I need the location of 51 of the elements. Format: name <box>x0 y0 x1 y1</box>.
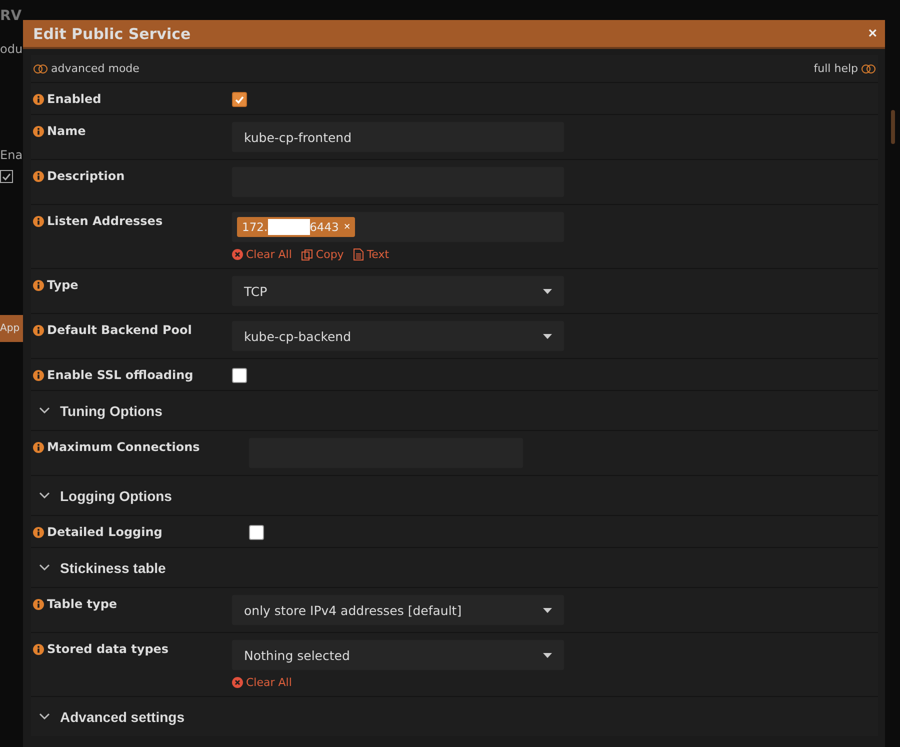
caret-icon <box>543 608 552 612</box>
caret-icon <box>543 334 552 338</box>
apply-button[interactable]: App <box>0 315 23 342</box>
text-field[interactable]: kube-cp-frontend <box>232 122 564 152</box>
caret-icon <box>543 652 552 658</box>
close-button[interactable]: × <box>868 25 877 42</box>
dialog-title: Edit Public Service <box>33 24 191 42</box>
field-label: Enable SSL offloading <box>47 368 194 382</box>
copy-icon <box>300 248 313 260</box>
checkbox[interactable] <box>249 525 264 540</box>
select-field[interactable]: Nothing selected <box>232 640 564 670</box>
field-label: Listen Addresses <box>47 214 163 228</box>
select-field[interactable]: only store IPv4 addresses [default] <box>232 595 564 625</box>
chevron-icon <box>39 492 50 499</box>
checkmark-icon <box>2 172 11 180</box>
field-label: Enabled <box>47 92 102 106</box>
chevron-icon <box>39 407 50 414</box>
select-field[interactable]: kube-cp-backend <box>232 321 564 351</box>
clear-all-link[interactable]: Clear All <box>232 248 292 261</box>
background-text: odu <box>0 42 23 56</box>
clear-all-link[interactable]: Clear All <box>232 676 292 689</box>
clear-icon <box>232 249 243 260</box>
text-link[interactable]: Text <box>352 248 390 261</box>
advanced-mode-label: advanced mode <box>51 62 140 75</box>
clear-icon <box>232 677 243 688</box>
address-tag: 172. 6443 × <box>237 217 356 237</box>
field-label: Table type <box>47 597 118 611</box>
remove-tag-button[interactable]: × <box>338 221 350 233</box>
copy-link[interactable]: Copy <box>300 248 344 261</box>
field-label: Type <box>47 278 78 292</box>
field-label: Stored data types <box>47 642 169 656</box>
field-label: Description <box>47 169 125 183</box>
document-icon <box>352 248 364 261</box>
field-label: Detailed Logging <box>47 525 162 539</box>
tag-input-field[interactable]: 172. 6443 × <box>232 212 564 242</box>
checkbox[interactable] <box>232 368 247 383</box>
checkmark-icon <box>235 96 244 104</box>
toggle-icon[interactable] <box>33 64 48 74</box>
page-heading: RV <box>0 8 23 24</box>
background-text: Enal <box>0 148 23 162</box>
chevron-icon <box>39 713 50 720</box>
chevron-icon <box>39 564 50 571</box>
toggle-icon[interactable] <box>861 64 876 74</box>
caret-icon <box>543 288 552 294</box>
field-label: Maximum Connections <box>47 440 200 454</box>
full-help-label: full help <box>814 62 858 75</box>
field-label: Default Backend Pool <box>47 323 192 337</box>
field-label: Name <box>47 124 86 138</box>
checkbox[interactable] <box>232 92 247 107</box>
select-field[interactable]: TCP <box>232 276 564 306</box>
scrollbar-thumb[interactable] <box>890 110 894 144</box>
